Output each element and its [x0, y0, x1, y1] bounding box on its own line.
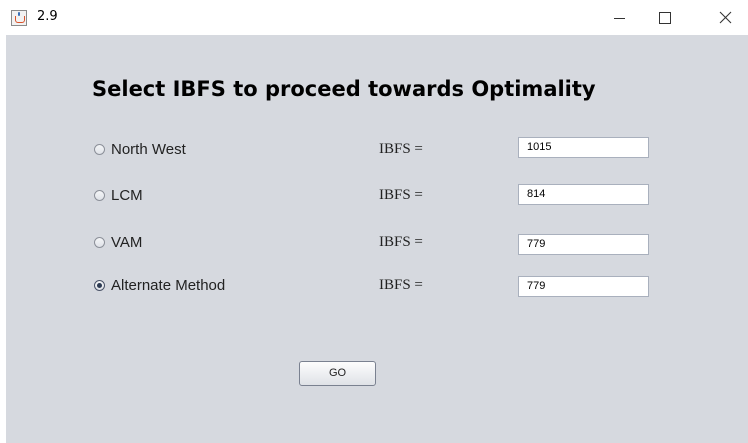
go-button[interactable]: GO: [299, 361, 376, 386]
maximize-icon: [659, 12, 671, 24]
java-cup-icon[interactable]: [11, 10, 27, 26]
page-heading: Select IBFS to proceed towards Optimalit…: [92, 77, 596, 101]
ibfs-label-north-west: IBFS =: [379, 141, 423, 157]
radio-label-lcm[interactable]: LCM: [111, 187, 143, 204]
ibfs-label-vam: IBFS =: [379, 234, 423, 250]
radio-label-north-west[interactable]: North West: [111, 141, 186, 158]
radio-lcm[interactable]: LCM: [94, 185, 143, 205]
radio-button-vam[interactable]: [94, 236, 105, 248]
minimize-icon: [614, 18, 625, 19]
minimize-button[interactable]: [596, 0, 642, 35]
window-title: 2.9: [37, 9, 58, 24]
ibfs-field-north-west[interactable]: 1015: [518, 137, 649, 158]
radio-vam[interactable]: VAM: [94, 232, 142, 252]
title-bar[interactable]: 2.9: [0, 0, 748, 35]
app-window: 2.9 Select IBFS to proceed towards Optim…: [0, 0, 748, 443]
radio-label-vam[interactable]: VAM: [111, 234, 142, 251]
radio-button-alternate-method[interactable]: [94, 279, 105, 291]
ibfs-field-lcm[interactable]: 814: [518, 184, 649, 205]
ibfs-field-vam[interactable]: 779: [518, 234, 649, 255]
radio-label-alternate-method[interactable]: Alternate Method: [111, 277, 225, 294]
maximize-button[interactable]: [642, 0, 688, 35]
ibfs-label-alternate-method: IBFS =: [379, 277, 423, 293]
radio-north-west[interactable]: North West: [94, 139, 186, 159]
ibfs-field-alternate-method[interactable]: 779: [518, 276, 649, 297]
close-icon: [719, 11, 732, 24]
main-panel: Select IBFS to proceed towards Optimalit…: [6, 35, 748, 443]
radio-button-lcm[interactable]: [94, 189, 105, 201]
radio-alternate-method[interactable]: Alternate Method: [94, 275, 225, 295]
ibfs-label-lcm: IBFS =: [379, 187, 423, 203]
close-button[interactable]: [702, 0, 748, 35]
radio-button-north-west[interactable]: [94, 143, 105, 155]
